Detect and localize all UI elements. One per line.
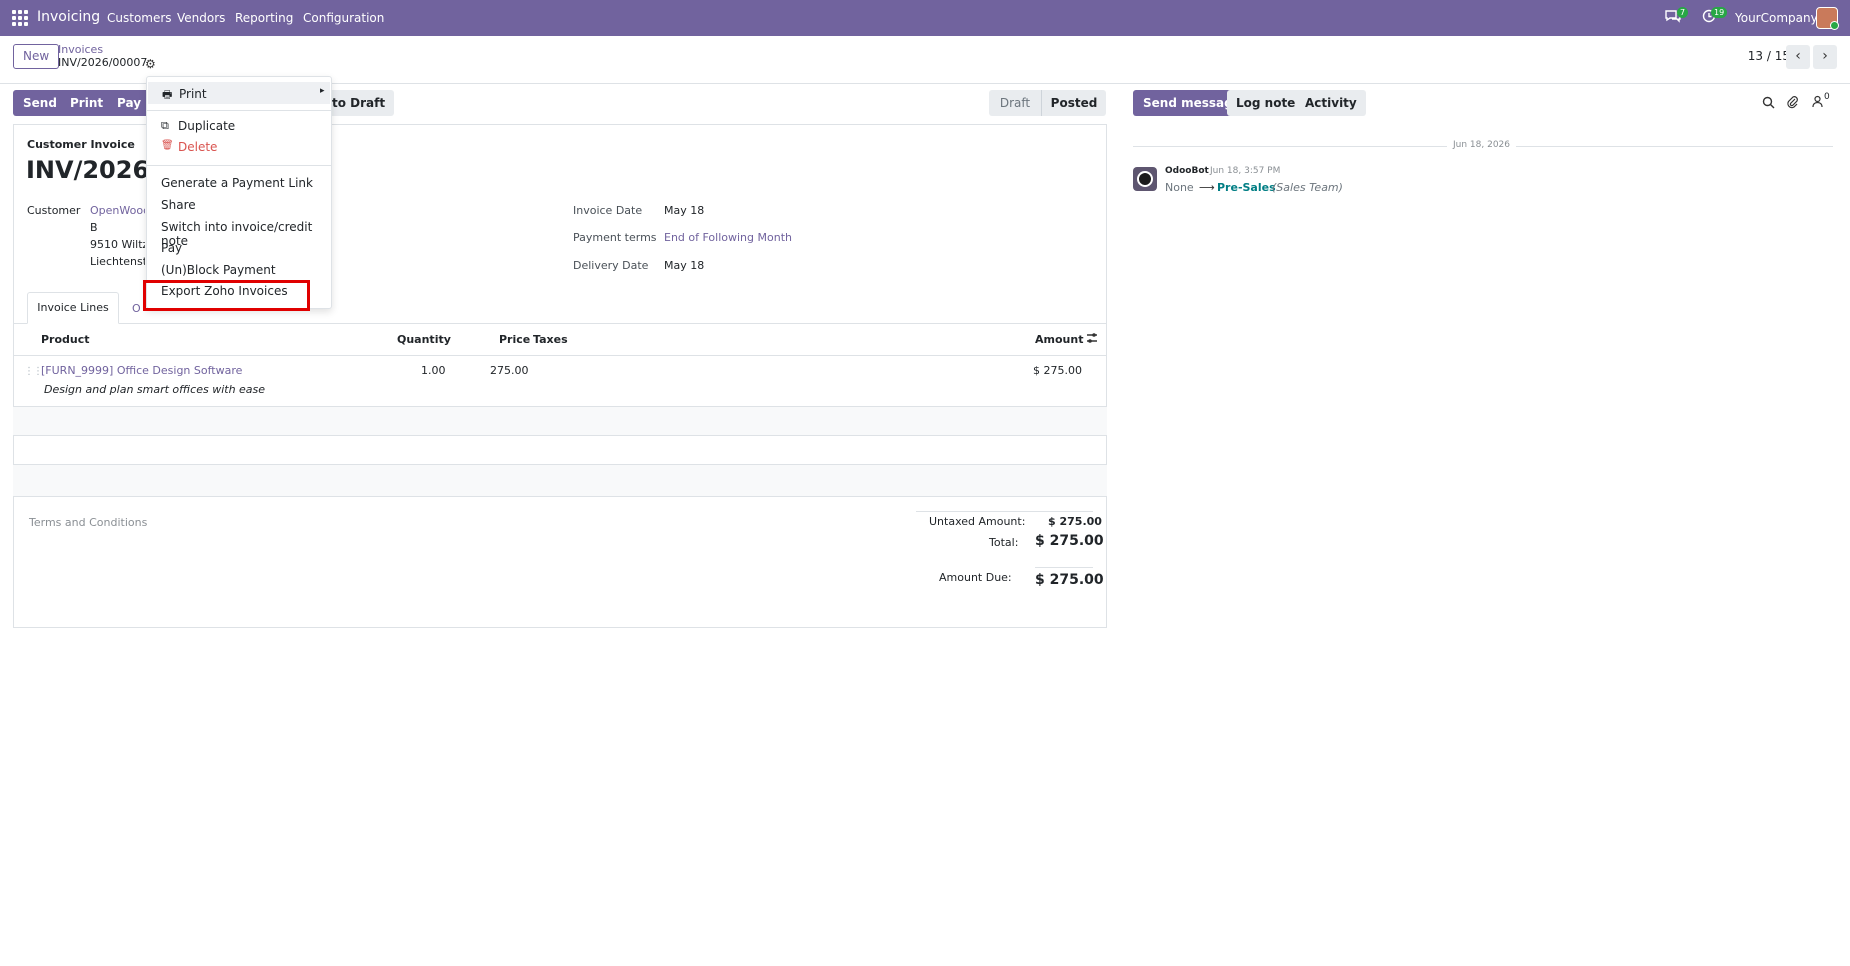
menu-reporting[interactable]: Reporting [235,11,293,25]
trash-icon: 🗑 [161,140,174,151]
column-quantity[interactable]: Quantity [397,333,451,346]
messages-icon[interactable]: 7 [1665,7,1689,27]
dropdown-divider [147,165,331,166]
tabs-divider [13,323,1107,324]
line-description[interactable]: Design and plan smart offices with ease [44,383,265,396]
delete-item[interactable]: Delete [178,140,217,154]
drag-handle-icon[interactable]: ⋮⋮ [24,366,43,377]
table-row-divider [13,496,1107,497]
tracking-field-name: (Sales Team) [1272,181,1343,194]
total-value: $ 275.00 [1035,533,1104,549]
customer-label: Customer [27,204,81,217]
date-separator: Jun 18, 2026 [1447,140,1517,150]
totals-divider [1035,567,1093,568]
dropdown-divider [147,110,331,111]
switch-invoice-credit-note-item[interactable]: Switch into invoice/credit note [161,220,331,248]
top-navbar: Invoicing Customers Vendors Reporting Co… [0,0,1850,36]
gear-actions-dropdown: 🖶 Print ▸ ⧉ Duplicate 🗑 Delete Generate … [146,76,332,309]
activities-icon[interactable]: 19 [1702,7,1728,27]
tracking-old-value: None [1165,181,1194,194]
payment-terms-label: Payment terms [573,231,657,244]
status-draft[interactable]: Draft [989,90,1041,116]
reset-to-draft-button[interactable]: to Draft [322,90,395,116]
invoice-date-field[interactable]: May 18 [664,204,704,217]
invoice-type-label: Customer Invoice [27,138,135,151]
line-price[interactable]: 275.00 [490,364,529,377]
pay-button[interactable]: Pay [107,90,152,116]
pager-value[interactable]: 13 / 15 [1748,49,1790,63]
tab-invoice-lines[interactable]: Invoice Lines [27,292,119,324]
message-time: Jun 18, 3:57 PM [1210,166,1281,176]
menu-configuration[interactable]: Configuration [303,11,384,25]
share-item[interactable]: Share [161,198,196,212]
company-switcher[interactable]: YourCompany [1735,11,1818,25]
column-price[interactable]: Price [499,333,530,346]
line-quantity[interactable]: 1.00 [421,364,446,377]
gear-icon[interactable]: ⚙ [145,57,156,71]
customer-address-line: 9510 Wiltz [90,238,145,251]
totals-divider [916,511,1093,512]
payment-link-item[interactable]: Generate a Payment Link [161,176,313,190]
tracking-new-value: Pre-Sales [1217,181,1276,194]
invoice-date-label: Invoice Date [573,204,643,217]
messages-badge: 7 [1677,7,1689,18]
print-button[interactable]: Print [60,90,114,116]
menu-vendors[interactable]: Vendors [177,11,225,25]
untaxed-amount-value: $ 275.00 [1048,515,1102,528]
tab-other-info[interactable]: O [132,302,141,315]
delivery-date-field[interactable]: May 18 [664,259,704,272]
user-avatar[interactable] [1816,7,1839,30]
pager-previous-icon[interactable]: ‹ [1786,45,1810,69]
duplicate-item[interactable]: Duplicate [178,119,235,133]
paperclip-icon[interactable] [1786,95,1799,112]
tracking-arrow: ⟶ [1199,181,1215,194]
breadcrumb-current: INV/2026/00007 [58,56,148,69]
payment-terms-field[interactable]: End of Following Month [664,231,792,244]
print-submenu-item[interactable]: 🖶 Print ▸ [148,82,330,104]
menu-customers[interactable]: Customers [107,11,172,25]
column-product[interactable]: Product [41,333,90,346]
table-header-divider [13,355,1107,356]
search-icon[interactable] [1762,96,1775,112]
amount-due-value: $ 275.00 [1035,572,1104,588]
followers-icon[interactable]: 0 [1812,92,1830,111]
table-row-empty [13,407,1107,435]
column-amount[interactable]: Amount [1035,333,1083,346]
table-row-divider [13,435,1107,436]
pay-item[interactable]: Pay [161,241,182,255]
customer-link[interactable]: OpenWooc [90,204,145,217]
apps-menu-icon[interactable] [12,10,28,26]
activities-badge: 19 [1711,7,1728,18]
optional-columns-icon[interactable] [1086,332,1098,347]
new-button[interactable]: New [13,44,60,69]
pager-next-icon[interactable]: › [1813,45,1837,69]
column-taxes[interactable]: Taxes [533,333,568,346]
status-posted[interactable]: Posted [1041,90,1106,116]
print-submenu-label: Print [179,87,207,101]
line-amount: $ 275.00 [1033,364,1082,377]
amount-due-label: Amount Due: [939,571,1012,584]
caret-right-icon: ▸ [320,86,325,96]
customer-address-line: B [90,221,98,234]
activity-button[interactable]: Activity [1296,90,1366,116]
send-button[interactable]: Send [13,90,67,116]
app-name[interactable]: Invoicing [37,9,100,25]
printer-icon: 🖶 [162,88,173,101]
breadcrumb-invoices[interactable]: Invoices [58,43,103,56]
block-payment-item[interactable]: (Un)Block Payment [161,263,276,277]
customer-address-line: Liechtenst [90,255,145,268]
highlight-box [143,280,310,311]
odoobot-avatar[interactable] [1133,167,1157,191]
untaxed-amount-label: Untaxed Amount: [929,515,1026,528]
invoice-number: INV/2026/0 [26,156,146,184]
total-label: Total: [989,536,1019,549]
table-row-empty [13,465,1107,496]
log-note-button[interactable]: Log note [1227,90,1305,116]
duplicate-icon: ⧉ [161,119,169,132]
terms-and-conditions-field[interactable]: Terms and Conditions [29,516,147,529]
followers-count: 0 [1824,92,1830,102]
delivery-date-label: Delivery Date [573,259,649,272]
message-author[interactable]: OdooBot [1165,166,1209,176]
line-product[interactable]: [FURN_9999] Office Design Software [41,364,242,377]
